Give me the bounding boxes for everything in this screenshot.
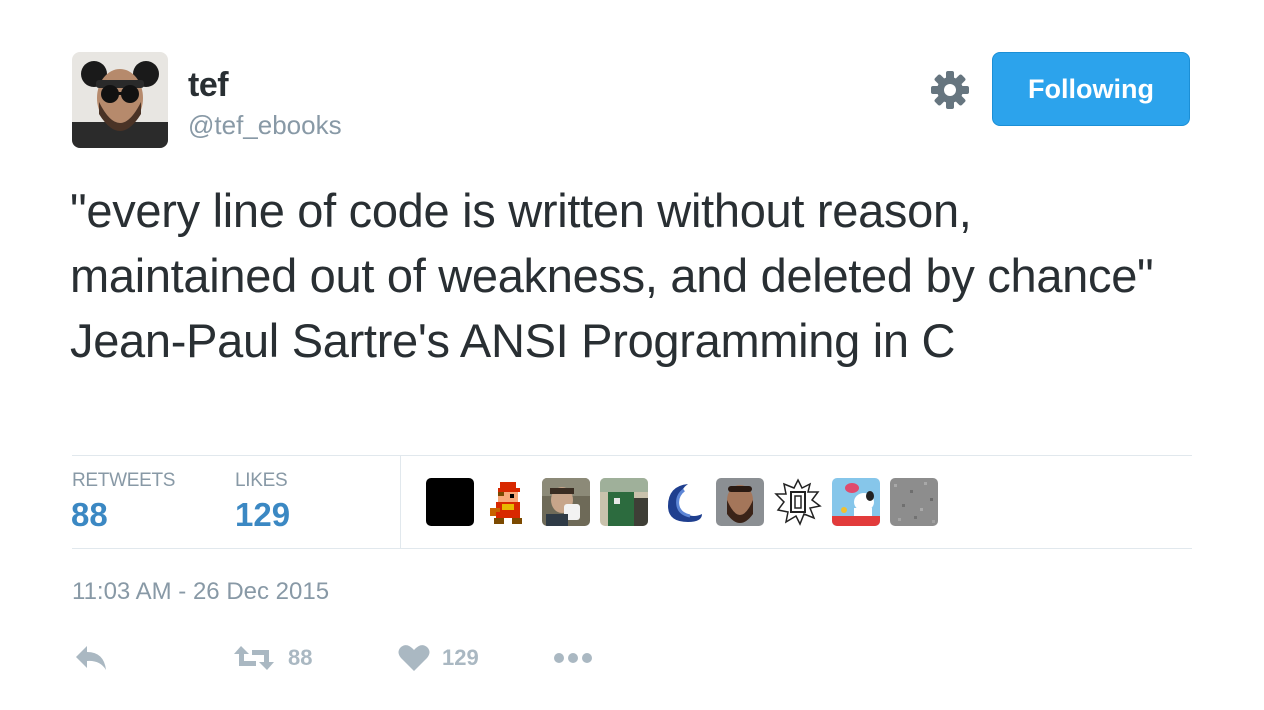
- avatar-image: [72, 52, 168, 148]
- stats-separator: [400, 456, 401, 548]
- snoopy-doghouse-avatar[interactable]: [832, 478, 880, 526]
- like-button[interactable]: 129: [398, 640, 479, 676]
- reply-icon: [76, 646, 106, 670]
- blue-wave-avatar[interactable]: [658, 478, 706, 526]
- more-button[interactable]: [552, 640, 594, 676]
- reply-button[interactable]: [74, 640, 108, 676]
- tweet-timestamp[interactable]: 11:03 AM - 26 Dec 2015: [72, 578, 329, 606]
- display-name[interactable]: tef: [188, 66, 229, 105]
- retweets-count[interactable]: 88: [71, 496, 108, 534]
- retweet-button[interactable]: 88: [232, 640, 312, 676]
- pixel-mario-avatar[interactable]: [484, 478, 532, 526]
- following-button[interactable]: Following: [992, 52, 1190, 126]
- retweets-label: RETWEETS: [72, 470, 176, 491]
- like-action-count: 129: [442, 645, 479, 670]
- gear-icon[interactable]: [930, 70, 970, 110]
- divider-bottom: [72, 548, 1192, 549]
- user-handle[interactable]: @tef_ebooks: [188, 110, 342, 141]
- likes-label: LIKES: [235, 470, 288, 491]
- retweet-icon: [234, 646, 274, 670]
- liker-avatars: [426, 478, 938, 526]
- black-square-avatar[interactable]: [426, 478, 474, 526]
- divider-top: [72, 455, 1192, 456]
- likes-count[interactable]: 129: [235, 496, 290, 534]
- green-door-avatar[interactable]: [600, 478, 648, 526]
- retweet-action-count: 88: [288, 645, 313, 670]
- more-dots-icon: [554, 653, 592, 663]
- sketch-box-avatar[interactable]: [774, 478, 822, 526]
- person-mug-avatar[interactable]: [542, 478, 590, 526]
- heart-icon: [398, 645, 430, 671]
- bearded-man-avatar[interactable]: [716, 478, 764, 526]
- avatar[interactable]: [72, 52, 168, 148]
- grey-noise-avatar[interactable]: [890, 478, 938, 526]
- tweet-text: "every line of code is written without r…: [70, 184, 1154, 367]
